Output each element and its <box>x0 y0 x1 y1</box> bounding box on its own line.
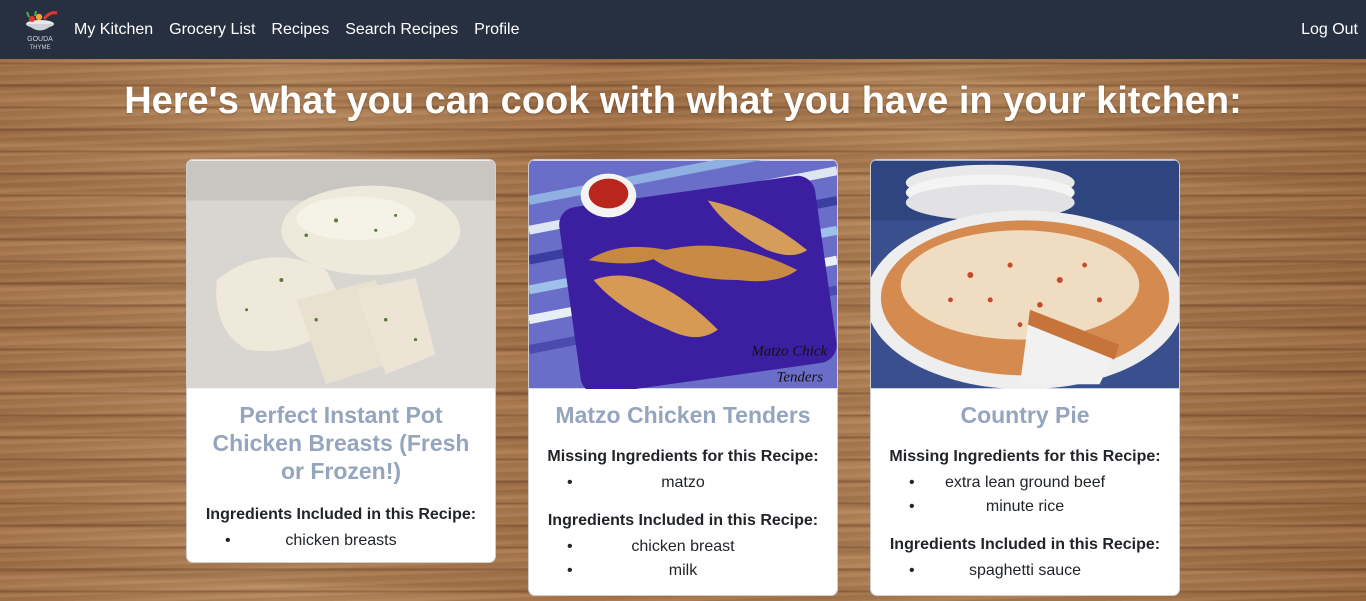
nav-profile[interactable]: Profile <box>474 21 519 39</box>
missing-ingredients-list: • matzo <box>529 471 837 495</box>
included-ingredients-label: Ingredients Included in this Recipe: <box>889 536 1161 553</box>
missing-ingredients-list: • extra lean ground beef • minute rice <box>871 471 1179 519</box>
nav-recipes[interactable]: Recipes <box>271 21 329 39</box>
included-ingredients-label: Ingredients Included in this Recipe: <box>205 506 477 523</box>
logout-link[interactable]: Log Out <box>1301 21 1358 39</box>
list-item: • chicken breast <box>567 538 735 555</box>
nav-search-recipes[interactable]: Search Recipes <box>345 21 458 39</box>
recipe-card: Perfect Instant Pot Chicken Breasts (Fre… <box>186 159 496 563</box>
chicken-tenders-photo[interactable]: Matzo Chick Tenders <box>529 160 837 389</box>
included-ingredients-list: • chicken breasts <box>187 529 495 553</box>
recipe-title[interactable]: Perfect Instant Pot Chicken Breasts (Fre… <box>201 401 481 485</box>
recipe-card: Country Pie Missing Ingredients for this… <box>870 159 1180 596</box>
list-item: • minute rice <box>909 498 1065 515</box>
included-ingredients-label: Ingredients Included in this Recipe: <box>547 512 819 529</box>
country-pie-photo[interactable] <box>871 160 1179 389</box>
included-ingredients-list: • chicken breast • milk <box>529 535 837 583</box>
missing-ingredients-label: Missing Ingredients for this Recipe: <box>889 448 1161 465</box>
svg-text:THYME: THYME <box>30 45 51 51</box>
recipe-title[interactable]: Matzo Chicken Tenders <box>543 401 823 429</box>
list-item: • milk <box>567 562 698 579</box>
missing-ingredients-label: Missing Ingredients for this Recipe: <box>547 448 819 465</box>
nav-links: My Kitchen Grocery List Recipes Search R… <box>74 21 536 39</box>
list-item: • matzo <box>567 474 705 491</box>
svg-text:Tenders: Tenders <box>776 369 823 385</box>
recipe-title[interactable]: Country Pie <box>885 401 1165 429</box>
list-item: • spaghetti sauce <box>909 562 1082 579</box>
list-item: • chicken breasts <box>225 532 397 549</box>
nav-grocery-list[interactable]: Grocery List <box>169 21 255 39</box>
page-title: Here's what you can cook with what you h… <box>124 80 1242 122</box>
gouda-thyme-logo[interactable]: GOUDA THYME <box>17 7 63 53</box>
svg-text:Matzo Chick: Matzo Chick <box>750 343 827 359</box>
nav-my-kitchen[interactable]: My Kitchen <box>74 21 153 39</box>
chicken-breasts-photo[interactable] <box>187 160 495 389</box>
navbar: GOUDA THYME My Kitchen Grocery List Reci… <box>0 0 1366 59</box>
included-ingredients-list: • spaghetti sauce <box>871 559 1179 583</box>
list-item: • extra lean ground beef <box>909 474 1106 491</box>
recipe-card: Matzo Chick Tenders Matzo Chicken Tender… <box>528 159 838 596</box>
svg-text:GOUDA: GOUDA <box>27 36 53 43</box>
